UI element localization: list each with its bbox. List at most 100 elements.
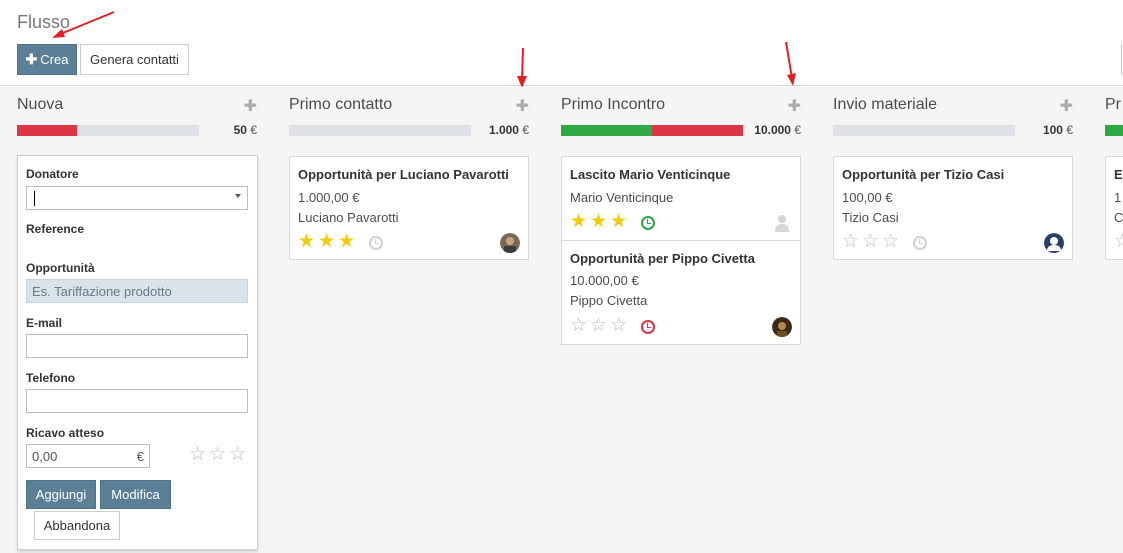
card-title: Opportunità per Luciano Pavarotti [298,167,509,182]
currency-symbol: € [136,448,144,464]
avatar[interactable] [1044,233,1064,253]
column-amount: 10.000 [754,123,791,137]
kanban-card[interactable]: Opportunità per Luciano Pavarotti 1.000,… [289,156,529,260]
star-icon[interactable]: ☆ [189,445,206,464]
reference-label: Reference [26,222,85,236]
star-icon[interactable]: ☆ [882,232,899,251]
card-title: Ec [1114,167,1123,182]
progress-bar[interactable] [1105,125,1123,136]
email-label: E-mail [26,316,63,330]
generate-contacts-button[interactable]: Genera contatti [80,44,189,75]
avatar-placeholder-icon[interactable] [774,214,794,234]
column-header: Invio materiale ✚ [833,96,1073,116]
column-header: Nuova ✚ [17,96,257,116]
progress-bar[interactable] [833,125,1015,136]
star-icon[interactable]: ★ [338,232,355,251]
column-progress: 10.000 € [561,123,801,137]
kanban-card[interactable]: Opportunità per Tizio Casi 100,00 € Tizi… [833,156,1073,260]
card-amount: 1 [1114,190,1122,205]
column-total: 1.000 € [489,123,529,137]
column-progress: 1.000 € [289,123,529,137]
star-icon[interactable]: ☆ [590,316,607,335]
star-icon[interactable]: ☆ [610,316,627,335]
star-icon[interactable]: ☆ [842,232,859,251]
quick-create-form: Donatore Reference Opportunità Es. Tarif… [17,155,258,550]
progress-bar[interactable] [289,125,471,136]
priority-stars[interactable]: ☆ ☆ ☆ [189,445,246,464]
create-button[interactable]: ✚ Crea [17,44,77,75]
progress-segment-green[interactable] [561,125,652,136]
column-title[interactable]: Nuova [17,96,63,114]
edit-button[interactable]: Modifica [100,480,171,509]
caret-down-icon[interactable] [235,194,241,198]
column-progress: 50 € [17,123,257,137]
donor-select[interactable] [26,186,248,210]
revenue-label: Ricavo atteso [26,426,105,440]
column-header: Primo contatto ✚ [289,96,529,116]
star-icon[interactable]: ★ [590,212,607,231]
clock-icon[interactable] [641,320,655,334]
card-title: Lascito Mario Venticinque [570,167,731,182]
column-title[interactable]: Primo Incontro [561,96,665,114]
text-cursor [34,191,35,206]
star-icon[interactable]: ☆ [570,316,587,335]
add-button[interactable]: Aggiungi [26,480,96,509]
star-icon[interactable]: ☆ [229,445,246,464]
annotation-arrow [785,41,796,86]
discard-button[interactable]: Abbandona [34,511,120,540]
currency-symbol: € [794,123,801,137]
revenue-value: 0,00 [32,448,58,464]
kanban-column: Primo contatto ✚ 1.000 € Opportunità per… [289,87,529,553]
star-icon[interactable]: ☆ [209,445,226,464]
star-icon[interactable]: ★ [570,212,587,231]
priority-stars[interactable]: ★ ★ ★ [298,232,355,251]
card-title: Opportunità per Tizio Casi [842,167,1005,182]
opportunity-label: Opportunità [26,261,95,275]
column-progress [1105,124,1123,136]
email-field[interactable] [26,334,248,358]
clock-icon[interactable] [913,236,927,250]
progress-segment-red[interactable] [652,125,743,136]
priority-stars[interactable]: ☆ ☆ ☆ [842,232,899,251]
star-icon[interactable]: ★ [298,232,315,251]
column-header: Primo Incontro ✚ [561,96,801,116]
column-title[interactable]: Invio materiale [833,96,937,114]
priority-stars[interactable]: ☆ ☆ ☆ [570,316,627,335]
progress-segment-red[interactable] [17,125,78,136]
column-title[interactable]: Pr [1105,96,1121,114]
kanban-card[interactable]: Opportunità per Pippo Civetta 10.000,00 … [561,240,801,345]
star-icon[interactable]: ★ [318,232,335,251]
create-button-label: Crea [40,52,69,67]
revenue-field[interactable]: 0,00 € [26,444,150,468]
donor-label: Donatore [26,167,79,181]
phone-field[interactable] [26,389,248,413]
clock-icon[interactable] [369,236,383,250]
kanban-card[interactable]: Lascito Mario Venticinque Mario Venticin… [561,156,801,241]
star-icon[interactable]: ☆ [862,232,879,251]
priority-stars[interactable]: ★ ★ ★ [570,212,627,231]
plus-icon[interactable]: ✚ [244,96,257,116]
progress-segment-green[interactable] [1105,125,1123,136]
column-title[interactable]: Primo contatto [289,96,392,114]
priority-stars[interactable]: ☆ [1114,232,1123,251]
plus-icon[interactable]: ✚ [516,96,529,116]
column-header: Pr [1105,96,1123,116]
kanban-column: Invio materiale ✚ 100 € Opportunità per … [833,87,1073,553]
annotation-arrow [52,11,115,38]
avatar[interactable] [772,317,792,337]
kanban-card[interactable]: Ec 1 C ☆ [1105,156,1123,260]
card-title: Opportunità per Pippo Civetta [570,251,755,266]
kanban-column: Pr Ec 1 C ☆ [1105,87,1123,553]
avatar[interactable] [500,233,520,253]
clock-icon[interactable] [641,216,655,230]
opportunity-field[interactable]: Es. Tariffazione prodotto [26,279,248,303]
plus-icon: ✚ [25,51,38,67]
currency-symbol: € [522,123,529,137]
progress-bar[interactable] [17,125,199,136]
plus-icon[interactable]: ✚ [788,96,801,116]
column-total: 50 € [234,123,257,137]
kanban-board: Nuova ✚ 50 € Primo contatto ✚ 1.000 € Op… [0,87,1123,553]
star-icon[interactable]: ★ [610,212,627,231]
progress-bar[interactable] [561,125,743,136]
plus-icon[interactable]: ✚ [1060,96,1073,116]
